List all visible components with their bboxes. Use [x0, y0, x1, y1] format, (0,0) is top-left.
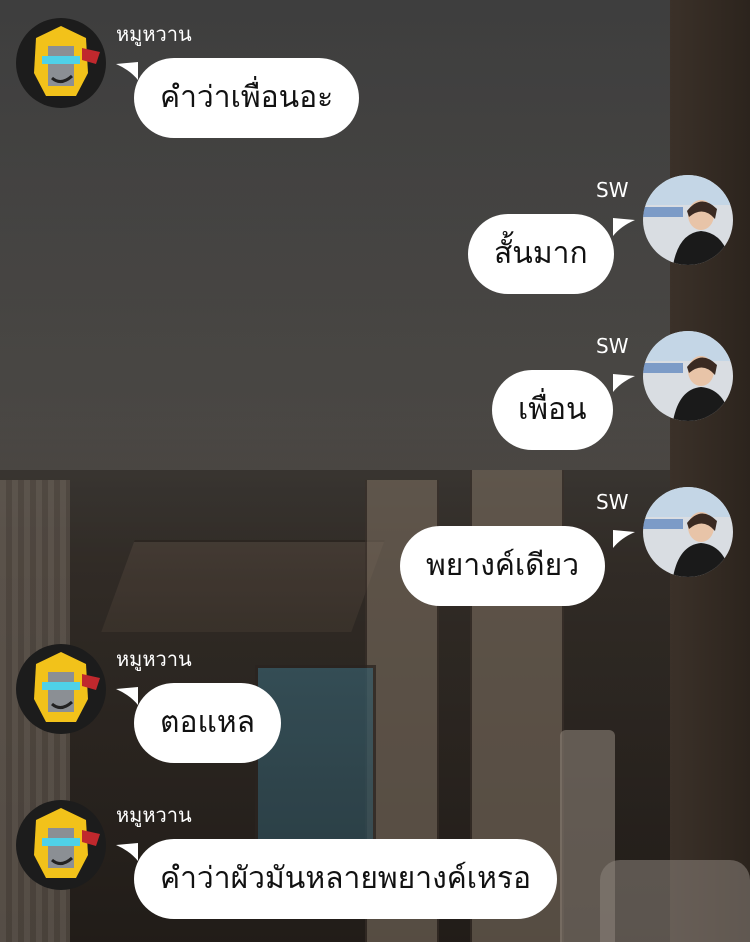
message-bubble[interactable]: ตอแหล: [134, 683, 281, 763]
robot-helmet-avatar-icon[interactable]: [16, 800, 106, 890]
bubble-tail: [613, 530, 635, 548]
message-bubble[interactable]: พยางค์เดียว: [400, 526, 606, 606]
person-photo-avatar-icon[interactable]: [643, 487, 733, 577]
sender-name: หมูหวาน: [116, 22, 192, 46]
robot-helmet-avatar-icon[interactable]: [16, 18, 106, 108]
message-bubble[interactable]: คำว่าเพื่อนอะ: [134, 58, 360, 138]
robot-helmet-avatar-icon[interactable]: [16, 644, 106, 734]
bubble-tail: [116, 843, 138, 861]
sender-name: หมูหวาน: [116, 647, 192, 671]
chat-background: [0, 0, 750, 942]
background-beam: [101, 540, 385, 632]
sender-name: SW: [596, 178, 629, 202]
background-pillow: [600, 860, 750, 942]
person-photo-avatar-icon[interactable]: [643, 175, 733, 265]
sender-name: SW: [596, 334, 629, 358]
message-bubble[interactable]: คำว่าผัวมันหลายพยางค์เหรอ: [134, 839, 557, 919]
bubble-tail: [116, 62, 138, 80]
message-bubble[interactable]: สั้นมาก: [468, 214, 614, 294]
sender-name: SW: [596, 490, 629, 514]
background-ceiling: [0, 0, 750, 470]
bubble-tail: [613, 374, 635, 392]
sender-name: หมูหวาน: [116, 803, 192, 827]
message-bubble[interactable]: เพื่อน: [492, 370, 613, 450]
bubble-tail: [116, 687, 138, 705]
bubble-tail: [613, 218, 635, 236]
background-wall: [670, 0, 750, 942]
person-photo-avatar-icon[interactable]: [643, 331, 733, 421]
